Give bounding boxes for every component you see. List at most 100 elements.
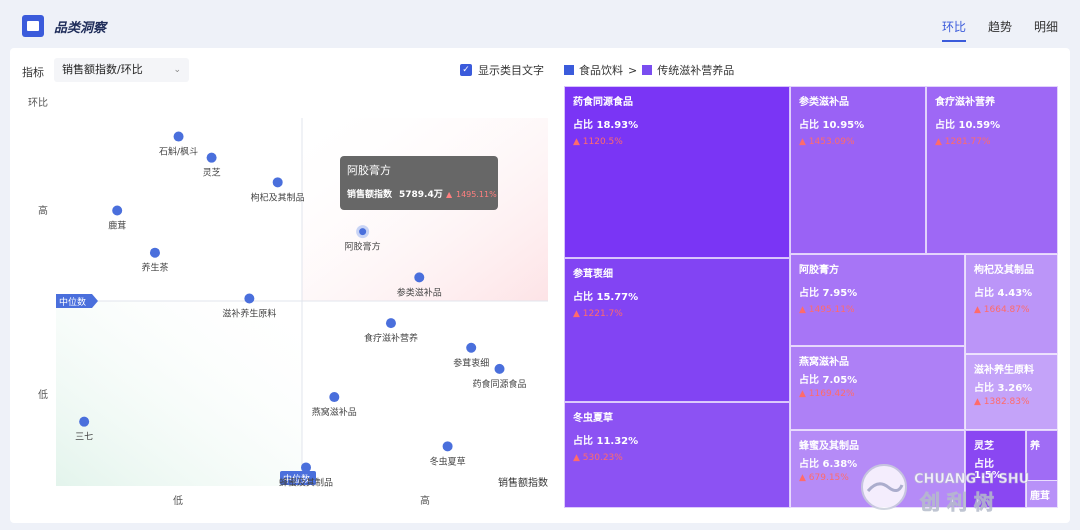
- treemap-cell-growth: ▲ 1281.77%: [935, 137, 991, 147]
- scatter-point-label: 冬虫夏草: [430, 455, 466, 467]
- scatter-point[interactable]: [329, 392, 340, 403]
- treemap-cell-growth: ▲ 1221.7%: [573, 309, 623, 319]
- show-text-label: 显示类目文字: [478, 64, 544, 77]
- scatter-point[interactable]: [149, 247, 160, 258]
- treemap-cell[interactable]: 滋补养生原料 占比 3.26% ▲ 1382.83%: [965, 354, 1058, 430]
- x-high-label: 高: [420, 494, 430, 507]
- treemap-cell[interactable]: 食疗滋补营养 占比 10.59% ▲ 1281.77%: [926, 86, 1058, 254]
- treemap-cell-growth: ▲ 530.23%: [573, 453, 623, 463]
- treemap-cell-share: 占比 11.32%: [573, 436, 639, 447]
- breadcrumb-separator: >: [628, 63, 638, 77]
- treemap-cell[interactable]: 药食同源食品 占比 18.93% ▲ 1120.5%: [564, 86, 790, 258]
- chevron-down-icon: ⌄: [173, 65, 181, 75]
- median-badge-y: 中位数: [56, 294, 98, 308]
- treemap-cell-growth: ▲ 1664.87%: [974, 305, 1030, 315]
- legend-swatch: [564, 65, 574, 75]
- scatter-point-label: 枸杞及其制品: [251, 191, 305, 203]
- scatter-point-label: 参类滋补品: [397, 286, 442, 298]
- page-title: 品类洞察: [54, 21, 107, 36]
- treemap-cell[interactable]: 参类滋补品占比 10.95% ▲ 1453.09%: [790, 86, 926, 254]
- scatter-point[interactable]: [442, 441, 453, 452]
- treemap-cell-name: 养: [1030, 441, 1040, 452]
- checkbox-icon[interactable]: ✓: [460, 64, 472, 76]
- treemap-cell-name: 食疗滋补营养: [935, 97, 995, 108]
- header: 品类洞察 环比 趋势 明细: [10, 6, 1070, 46]
- scatter-point-label: 三七: [75, 432, 93, 443]
- scatter-point-label: 灵芝: [203, 167, 221, 179]
- breadcrumb: 食品饮料 > 传统滋补营养品: [564, 62, 734, 78]
- tab-mom[interactable]: 环比: [941, 18, 966, 42]
- tab-detail[interactable]: 明细: [1034, 18, 1058, 42]
- quadrant-low-low: [56, 301, 302, 486]
- treemap-cell-growth: ▲ 1169.42%: [799, 389, 855, 399]
- treemap-cell-share: 占比 10.95%: [799, 120, 865, 131]
- treemap-cell[interactable]: 冬虫夏草占比 11.32% ▲ 530.23%: [564, 402, 790, 508]
- scatter-point[interactable]: [494, 363, 505, 374]
- tooltip-growth-arrow: ▲: [446, 190, 453, 199]
- treemap-cell[interactable]: 阿胶膏方 占比 7.95% ▲ 1495.11%: [790, 254, 965, 346]
- treemap-cell-name: 阿胶膏方: [799, 265, 839, 276]
- scatter-point-label: 参茸衷细: [453, 357, 489, 369]
- app-logo-icon: [22, 15, 44, 37]
- scatter-point[interactable]: [244, 293, 255, 304]
- tooltip-metric-value: 5789.4万: [399, 189, 443, 200]
- insight-card: 指标 销售额指数/环比 ⌄ ✓ 显示类目文字 食品饮料 > 传统滋补营养品 环比…: [10, 48, 1070, 523]
- scatter-point[interactable]: [206, 152, 217, 163]
- metric-label: 指标: [22, 66, 44, 79]
- metric-select-value: 销售额指数/环比: [62, 63, 143, 76]
- breadcrumb-item-food[interactable]: 食品饮料: [579, 62, 623, 78]
- watermark-text-cn: 创 利 树: [919, 490, 994, 514]
- scatter-point-label: 滋补养生原料: [222, 307, 276, 319]
- median-label: 中位数: [59, 296, 86, 308]
- scatter-point[interactable]: [414, 272, 425, 283]
- scatter-point[interactable]: [301, 462, 311, 473]
- treemap: 药食同源食品 占比 18.93% ▲ 1120.5% 参茸衷细占比 15.77% ▲ 1…: [564, 86, 1058, 508]
- treemap-cell[interactable]: 燕窝滋补品 占比 7.05% ▲ 1169.42%: [790, 346, 965, 430]
- scatter-point[interactable]: [356, 225, 370, 239]
- treemap-cell[interactable]: 枸杞及其制品 占比 4.43% ▲ 1664.87%: [965, 254, 1058, 354]
- treemap-cell-name: 药食同源食品: [573, 97, 633, 108]
- breadcrumb-item-tonic[interactable]: 传统滋补营养品: [657, 62, 734, 78]
- tooltip-metric-label: 销售额指数: [347, 188, 393, 200]
- tooltip-title: 阿胶膏方: [347, 163, 391, 177]
- tooltip-growth: 1495.11%: [456, 190, 497, 199]
- scatter-point[interactable]: [173, 131, 184, 142]
- scatter-point-label: 石斛/枫斗: [159, 146, 198, 158]
- metric-select[interactable]: 销售额指数/环比 ⌄: [54, 58, 189, 82]
- scatter-point-label: 养生茶: [141, 262, 168, 274]
- tabs: 环比 趋势 明细: [941, 18, 1058, 42]
- treemap-cell-name: 参类滋补品: [799, 97, 849, 108]
- scatter-point[interactable]: [112, 205, 123, 216]
- scatter-point-label: 燕窝滋补品: [312, 406, 357, 418]
- treemap-cell-name: 冬虫夏草: [573, 413, 613, 424]
- scatter-point-label: 阿胶膏方: [345, 241, 381, 253]
- show-text-toggle[interactable]: ✓ 显示类目文字: [460, 62, 544, 78]
- treemap-cell-share: 占比 15.77%: [573, 292, 639, 303]
- treemap-cell-share: 占比 10.59%: [935, 120, 1001, 131]
- y-low-label: 低: [38, 388, 48, 401]
- treemap-cell-share: 占比 18.93%: [573, 120, 639, 131]
- treemap-cell-name: 参茸衷细: [573, 269, 613, 280]
- treemap-cell-share: 占比 7.95%: [799, 288, 858, 299]
- treemap-cell-growth: ▲ 1382.83%: [974, 397, 1030, 407]
- scatter-point[interactable]: [466, 342, 477, 353]
- scatter-point-label: 食疗滋补营养: [364, 332, 418, 344]
- page: 品类洞察 环比 趋势 明细 指标 销售额指数/环比 ⌄ ✓ 显示类目文字 食品饮…: [0, 0, 1080, 530]
- tab-trend[interactable]: 趋势: [988, 18, 1012, 42]
- treemap-cell-growth: ▲ 1453.09%: [799, 137, 855, 147]
- scatter-chart: 环比 高 低 低 高 销售额指数 中位数 中位数 石斛/枫斗灵芝枸杞及其制品鹿茸…: [28, 97, 548, 507]
- y-axis-title: 环比: [28, 97, 48, 109]
- watermark-text-en: CHUANG LI SHU: [914, 472, 1029, 487]
- scatter-point[interactable]: [79, 416, 90, 427]
- scatter-point-label: 药食同源食品: [473, 378, 527, 390]
- scatter-point-label: 蜂蜜及其制品: [279, 476, 333, 488]
- treemap-cell-name: 蜂蜜及其制品: [799, 441, 859, 452]
- legend-swatch: [642, 65, 653, 75]
- treemap-cell-name: 灵芝: [974, 441, 994, 452]
- treemap-cell-name: 燕窝滋补品: [799, 357, 849, 368]
- treemap-cell-share: 占比 3.26%: [974, 383, 1033, 394]
- scatter-point[interactable]: [385, 318, 396, 329]
- y-high-label: 高: [38, 204, 48, 217]
- treemap-cell[interactable]: 参茸衷细占比 15.77% ▲ 1221.7%: [564, 258, 790, 402]
- scatter-point[interactable]: [272, 177, 283, 188]
